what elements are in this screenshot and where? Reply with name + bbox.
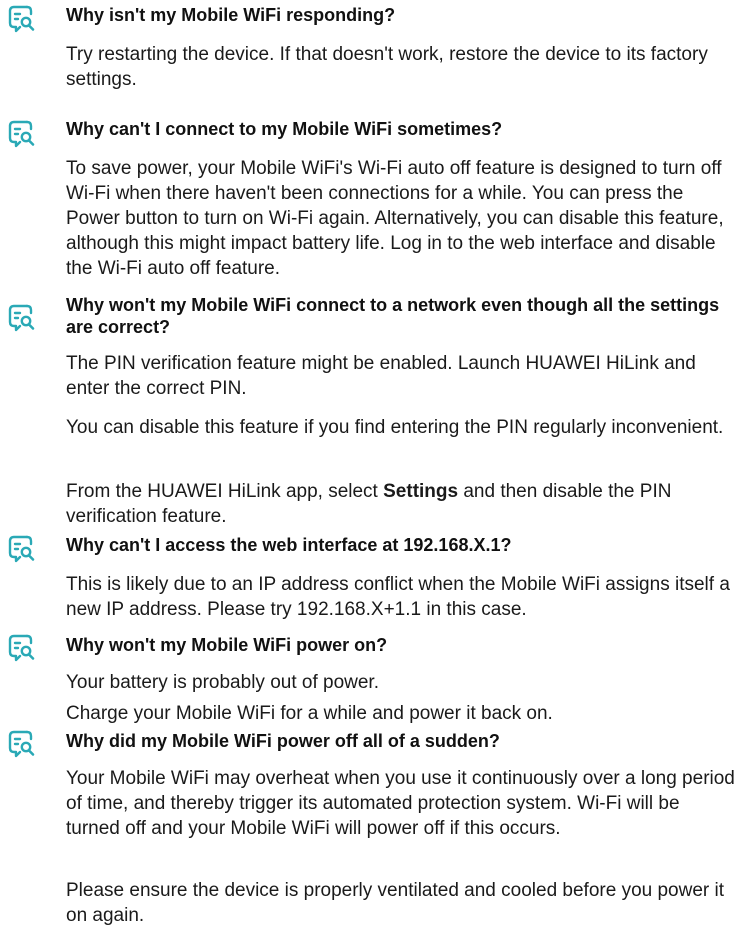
faq-answer: Your Mobile WiFi may overheat when you u… [66, 768, 735, 839]
faq-question: Why won't my Mobile WiFi connect to a ne… [66, 295, 720, 337]
settings-text-before: From the HUAWEI HiLink app, select [66, 481, 384, 502]
faq-answer: This is likely due to an IP address conf… [66, 574, 730, 620]
faq-search-icon [6, 3, 36, 33]
faq-question: Why did my Mobile WiFi power off all of … [66, 731, 500, 751]
faq-answer: The PIN verification feature might be en… [66, 353, 696, 399]
faq-page: Why isn't my Mobile WiFi responding? Try… [0, 0, 739, 926]
faq-search-icon [6, 632, 36, 662]
faq-search-icon [6, 533, 36, 563]
faq-answer: You can disable this feature if you find… [66, 417, 724, 438]
faq-answer: Try restarting the device. If that doesn… [66, 44, 708, 90]
faq-search-icon [6, 118, 36, 148]
faq-question: Why isn't my Mobile WiFi responding? [66, 5, 396, 25]
faq-answer: To save power, your Mobile WiFi's Wi-Fi … [66, 158, 724, 279]
faq-answer: Your battery is probably out of power. [66, 672, 379, 693]
faq-search-icon [6, 302, 36, 332]
settings-label: Settings [383, 481, 459, 502]
faq-question: Why can't I access the web interface at … [66, 535, 512, 555]
faq-question: Why can't I connect to my Mobile WiFi so… [66, 119, 503, 139]
faq-answer: Please ensure the device is properly ven… [66, 880, 725, 926]
faq-search-icon [6, 728, 36, 758]
faq-answer: Charge your Mobile WiFi for a while and … [66, 703, 553, 724]
faq-question: Why won't my Mobile WiFi power on? [66, 635, 388, 655]
faq-answer-settings: From the HUAWEI HiLink app, select Setti… [66, 479, 736, 529]
